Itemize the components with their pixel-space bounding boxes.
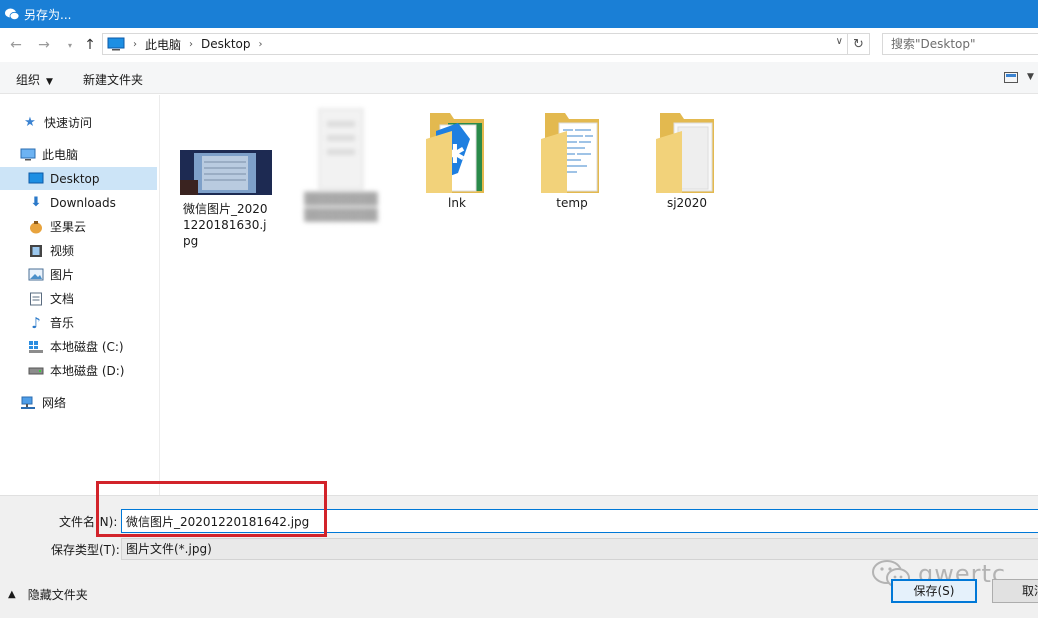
recent-dropdown-icon[interactable]: ▾ [60,35,80,55]
network-icon [20,395,36,411]
star-icon: ★ [24,115,36,130]
nav-item-documents[interactable]: 文档 [0,287,157,310]
address-row: ← → ▾ ↑ › 此电脑 › Desktop › ∨ ↻ 搜索"Desktop… [0,28,1038,62]
breadcrumb-separator: › [258,38,263,50]
folder-label: sj2020 [666,196,708,210]
view-dropdown-icon[interactable]: ▼ [1027,72,1034,82]
save-options-panel: 文件名(N): 保存类型(T): 图片文件(*.jpg) ▲ 隐藏文件夹 qwe… [0,481,1038,618]
filetype-label: 保存类型(T): [51,543,120,557]
refresh-icon[interactable]: ↻ [848,33,870,55]
nav-item-downloads[interactable]: ⬇ Downloads [0,191,157,214]
file-list: 微信图片_20201220181630.jpg ▒▒▒▒▒▒▒▒ ▒▒▒▒▒▒▒▒… [161,95,1038,495]
nav-item-pictures[interactable]: 图片 [0,263,157,286]
nav-item-this-pc[interactable]: 此电脑 [0,143,157,166]
folder-icon [541,113,599,193]
file-label-obscured: ▒▒▒▒▒▒▒▒ ▒▒▒▒▒▒▒▒ [304,192,378,222]
drive-icon [28,363,44,379]
computer-icon [20,147,36,163]
title-bar: 另存为... [0,0,1038,28]
chevron-up-icon: ▲ [8,589,16,600]
nav-item-music[interactable]: ♪ 音乐 [0,311,157,334]
hide-folders-toggle[interactable]: ▲ 隐藏文件夹 [8,586,88,603]
document-icon [28,291,44,307]
folder-item-lnk[interactable]: ✱ lnk [407,109,507,211]
file-item-obscured[interactable]: ▒▒▒▒▒▒▒▒ ▒▒▒▒▒▒▒▒ [291,107,391,223]
new-folder-button[interactable]: 新建文件夹 [83,71,143,88]
chevron-down-icon: ▼ [46,77,53,87]
photo-thumbnail [180,150,272,195]
nav-item-quick-access[interactable]: ★ 快速访问 [0,111,157,134]
download-arrow-icon: ⬇ [30,195,42,210]
video-icon [28,243,44,259]
folder-label: lnk [448,196,466,210]
nav-item-drive-d[interactable]: 本地磁盘 (D:) [0,359,157,382]
back-arrow-icon[interactable]: ← [6,35,26,55]
filetype-select[interactable]: 图片文件(*.jpg) [121,538,1038,560]
navigation-pane: ★ 快速访问 此电脑 Desktop ⬇ Downloads 坚果云 视频 图片 [0,95,160,495]
search-input[interactable]: 搜索"Desktop" [882,33,1038,55]
breadcrumb-desktop[interactable]: Desktop [201,37,251,51]
view-options-icon[interactable] [1004,72,1018,83]
nav-item-desktop[interactable]: Desktop [0,167,157,190]
desktop-icon [28,171,44,187]
breadcrumb-separator: › [133,38,137,50]
organize-menu[interactable]: 组织 ▼ [16,71,53,88]
folder-icon [656,113,714,193]
window-title: 另存为... [24,7,72,22]
nav-item-drive-c[interactable]: 本地磁盘 (C:) [0,335,157,358]
folder-item-sj2020[interactable]: sj2020 [637,109,737,211]
windows-drive-icon [28,339,44,355]
nav-item-videos[interactable]: 视频 [0,239,157,262]
breadcrumb-separator: › [189,38,194,50]
nav-item-network[interactable]: 网络 [0,391,157,414]
nut-icon [28,219,44,235]
address-dropdown-icon[interactable]: ∨ [836,36,843,47]
file-label: 微信图片_20201220181630.jpg [183,202,268,248]
folder-item-temp[interactable]: temp [522,109,622,211]
filename-input[interactable] [121,509,1038,533]
filename-label: 文件名(N): [59,515,118,529]
document-icon [318,108,364,190]
wechat-icon [5,8,20,21]
cancel-button[interactable]: 取消 [992,579,1038,603]
up-arrow-icon[interactable]: ↑ [80,35,100,55]
toolbar: 组织 ▼ 新建文件夹 ▼ [0,62,1038,94]
nav-item-jianguoyun[interactable]: 坚果云 [0,215,157,238]
computer-icon [107,37,125,51]
folder-icon: ✱ [426,113,484,193]
music-note-icon: ♪ [31,313,41,332]
breadcrumb-this-pc[interactable]: 此电脑 [145,36,181,53]
folder-label: temp [556,196,588,210]
save-button[interactable]: 保存(S) [891,579,977,603]
file-item[interactable]: 微信图片_20201220181630.jpg [176,150,276,249]
address-bar[interactable]: › 此电脑 › Desktop › ∨ [102,33,848,55]
picture-icon [28,267,44,283]
forward-arrow-icon[interactable]: → [34,35,54,55]
